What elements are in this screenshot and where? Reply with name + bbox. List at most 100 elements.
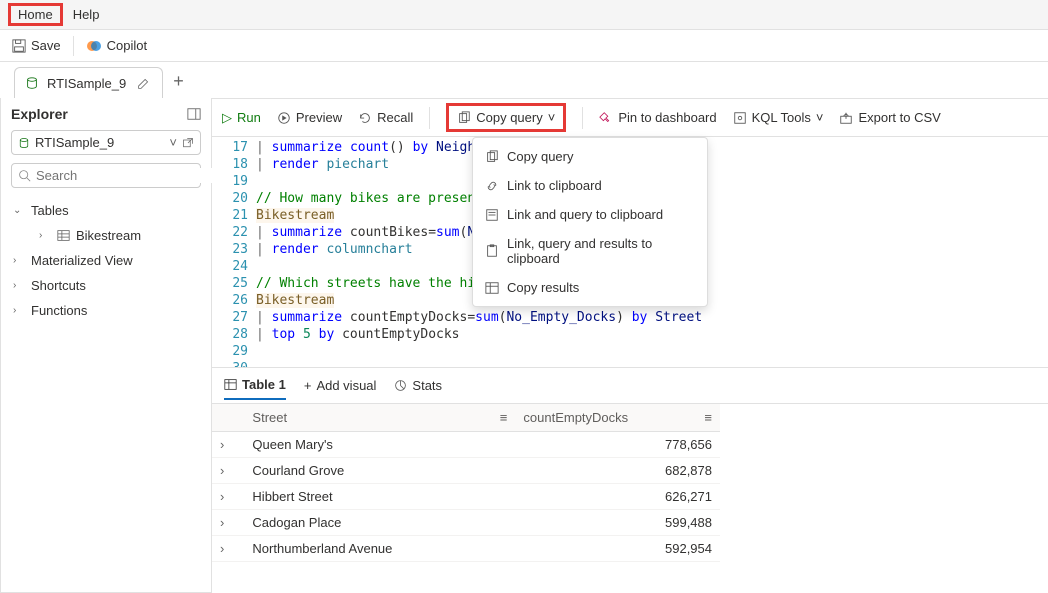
column-header-count[interactable]: countEmptyDocks ≡ (515, 404, 720, 432)
dd-copy-results[interactable]: Copy results (473, 273, 707, 302)
explorer-panel: Explorer RTISample_9 ˅ ⌄Tables › Bikestre… (0, 98, 212, 593)
plus-icon: + (304, 378, 312, 393)
tree-shortcuts[interactable]: › Shortcuts (11, 273, 201, 298)
open-external-icon[interactable] (182, 137, 194, 149)
dd-copy-query[interactable]: Copy query (473, 142, 707, 171)
database-icon (18, 137, 30, 149)
expand-row-icon[interactable]: › (212, 510, 244, 536)
workspace: Explorer RTISample_9 ˅ ⌄Tables › Bikestre… (0, 98, 1048, 593)
panel-toggle-icon[interactable] (187, 107, 201, 121)
results-tabs: Table 1 +Add visual Stats (212, 367, 1048, 403)
save-label: Save (31, 38, 61, 53)
cell-count: 599,488 (515, 510, 720, 536)
chevron-down-icon: ˅ (548, 110, 556, 125)
tree-label: Materialized View (31, 253, 133, 268)
copy-query-menu: Copy query Link to clipboard Link and qu… (472, 137, 708, 307)
tab-label: Table 1 (242, 377, 286, 392)
expand-row-icon[interactable]: › (212, 458, 244, 484)
dd-link-clipboard[interactable]: Link to clipboard (473, 171, 707, 200)
search-icon (18, 169, 31, 182)
chevron-right-icon: › (13, 280, 25, 291)
cell-street: Queen Mary's (244, 432, 515, 458)
edit-icon[interactable] (134, 74, 152, 92)
run-button[interactable]: ▷Run (222, 110, 261, 126)
export-icon (839, 111, 853, 125)
menu-icon[interactable]: ≡ (704, 410, 712, 425)
stats-icon (394, 379, 407, 392)
chevron-down-icon: ⌄ (13, 205, 25, 216)
recall-button[interactable]: Recall (358, 110, 413, 125)
tools-icon (733, 111, 747, 125)
table-row[interactable]: ›Cadogan Place599,488 (212, 510, 720, 536)
dd-label: Copy results (507, 280, 579, 295)
query-toolbar: ▷Run Preview Recall Copy query ˅ Pin to … (212, 99, 1048, 137)
tab-table1[interactable]: Table 1 (224, 371, 286, 400)
kql-tools-button[interactable]: KQL Tools ˅ (733, 110, 824, 125)
toolbar-divider (73, 36, 74, 56)
export-label: Export to CSV (858, 110, 940, 125)
pin-dashboard-button[interactable]: Pin to dashboard (599, 110, 716, 125)
kql-tools-label: KQL Tools (752, 110, 811, 125)
tree-bikestream[interactable]: › Bikestream (11, 223, 201, 248)
explorer-title-text: Explorer (11, 106, 68, 122)
explorer-search[interactable] (11, 163, 201, 188)
cell-street: Hibbert Street (244, 484, 515, 510)
cell-street: Northumberland Avenue (244, 536, 515, 562)
chevron-down-icon: ˅ (169, 135, 177, 150)
expand-row-icon[interactable]: › (212, 536, 244, 562)
table-row[interactable]: ›Northumberland Avenue592,954 (212, 536, 720, 562)
tree-functions[interactable]: ›Functions (11, 298, 201, 323)
dd-label: Link and query to clipboard (507, 207, 663, 222)
tab-add-visual[interactable]: +Add visual (304, 372, 377, 399)
chevron-right-icon: › (39, 230, 51, 241)
menu-home[interactable]: Home (8, 3, 63, 26)
recall-label: Recall (377, 110, 413, 125)
column-header-street[interactable]: Street≡ (244, 404, 515, 432)
chevron-right-icon: › (13, 255, 25, 266)
copy-query-dropdown[interactable]: Copy query ˅ (446, 103, 566, 132)
table-icon (224, 378, 237, 391)
preview-label: Preview (296, 110, 342, 125)
toolbar-separator (429, 107, 430, 129)
expand-row-icon[interactable]: › (212, 432, 244, 458)
top-toolbar: Save Copilot (0, 30, 1048, 62)
dd-link-query-results-clipboard[interactable]: Link, query and results to clipboard (473, 229, 707, 273)
add-tab-button[interactable]: + (173, 71, 184, 98)
copilot-button[interactable]: Copilot (86, 38, 147, 54)
run-label: Run (237, 110, 261, 125)
document-tab[interactable]: RTISample_9 (14, 67, 163, 98)
clipboard-icon (485, 244, 499, 258)
tab-stats[interactable]: Stats (394, 372, 442, 399)
db-name: RTISample_9 (35, 135, 164, 150)
table-row[interactable]: ›Courland Grove682,878 (212, 458, 720, 484)
explorer-title: Explorer (11, 106, 201, 122)
table-icon (485, 281, 499, 295)
save-button[interactable]: Save (12, 38, 61, 53)
expand-column (212, 404, 244, 432)
database-selector[interactable]: RTISample_9 ˅ (11, 130, 201, 155)
tree-label: Shortcuts (31, 278, 86, 293)
menu-icon[interactable]: ≡ (500, 410, 508, 425)
menubar: Home Help (0, 0, 1048, 30)
tree-matview[interactable]: › Materialized View (11, 248, 201, 273)
table-icon (57, 229, 70, 242)
preview-button[interactable]: Preview (277, 110, 342, 125)
document-tabs: RTISample_9 + (0, 62, 1048, 98)
save-icon (12, 39, 26, 53)
export-csv-button[interactable]: Export to CSV (839, 110, 940, 125)
menu-help[interactable]: Help (63, 3, 110, 26)
cell-count: 682,878 (515, 458, 720, 484)
database-icon (25, 76, 39, 90)
toolbar-separator (582, 107, 583, 129)
col-label: countEmptyDocks (523, 410, 628, 425)
tree-label: Bikestream (76, 228, 141, 243)
table-row[interactable]: ›Hibbert Street626,271 (212, 484, 720, 510)
tree-tables[interactable]: ⌄Tables (11, 198, 201, 223)
copilot-label: Copilot (107, 38, 147, 53)
cell-count: 592,954 (515, 536, 720, 562)
search-input[interactable] (36, 168, 212, 183)
expand-row-icon[interactable]: › (212, 484, 244, 510)
chevron-down-icon: ˅ (816, 110, 824, 125)
dd-link-query-clipboard[interactable]: Link and query to clipboard (473, 200, 707, 229)
table-row[interactable]: ›Queen Mary's778,656 (212, 432, 720, 458)
